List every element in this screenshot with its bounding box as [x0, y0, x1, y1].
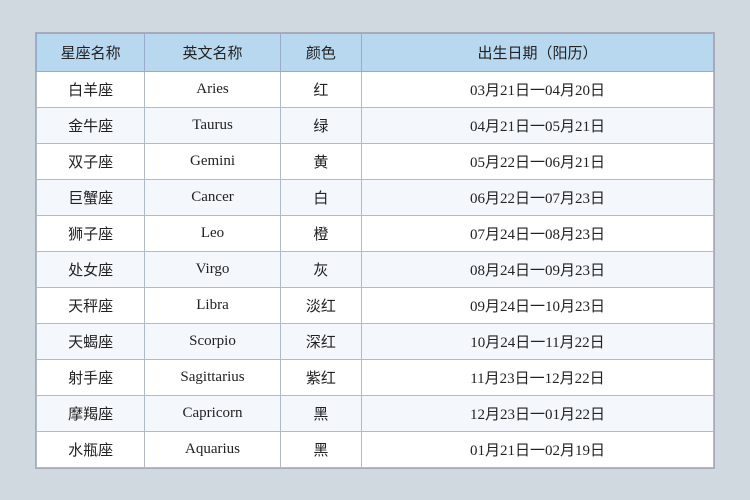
cell-color: 橙	[280, 215, 361, 251]
table-row: 金牛座Taurus绿04月21日一05月21日	[37, 107, 714, 143]
cell-date: 07月24日一08月23日	[361, 215, 713, 251]
cell-color: 黄	[280, 143, 361, 179]
cell-en: Sagittarius	[145, 359, 280, 395]
cell-zh: 巨蟹座	[37, 179, 145, 215]
cell-en: Scorpio	[145, 323, 280, 359]
cell-date: 12月23日一01月22日	[361, 395, 713, 431]
cell-zh: 水瓶座	[37, 431, 145, 467]
cell-date: 10月24日一11月22日	[361, 323, 713, 359]
cell-date: 05月22日一06月21日	[361, 143, 713, 179]
cell-zh: 射手座	[37, 359, 145, 395]
table-row: 天蝎座Scorpio深红10月24日一11月22日	[37, 323, 714, 359]
cell-date: 01月21日一02月19日	[361, 431, 713, 467]
zodiac-table: 星座名称 英文名称 颜色 出生日期（阳历） 白羊座Aries红03月21日一04…	[36, 33, 714, 468]
cell-en: Libra	[145, 287, 280, 323]
header-color: 颜色	[280, 33, 361, 71]
cell-color: 紫红	[280, 359, 361, 395]
cell-zh: 处女座	[37, 251, 145, 287]
cell-date: 08月24日一09月23日	[361, 251, 713, 287]
header-en: 英文名称	[145, 33, 280, 71]
cell-color: 红	[280, 71, 361, 107]
table-row: 狮子座Leo橙07月24日一08月23日	[37, 215, 714, 251]
cell-zh: 白羊座	[37, 71, 145, 107]
header-zh: 星座名称	[37, 33, 145, 71]
table-row: 水瓶座Aquarius黑01月21日一02月19日	[37, 431, 714, 467]
cell-color: 绿	[280, 107, 361, 143]
table-header-row: 星座名称 英文名称 颜色 出生日期（阳历）	[37, 33, 714, 71]
cell-en: Cancer	[145, 179, 280, 215]
cell-date: 03月21日一04月20日	[361, 71, 713, 107]
cell-color: 黑	[280, 431, 361, 467]
cell-date: 06月22日一07月23日	[361, 179, 713, 215]
table-row: 双子座Gemini黄05月22日一06月21日	[37, 143, 714, 179]
cell-color: 深红	[280, 323, 361, 359]
cell-zh: 摩羯座	[37, 395, 145, 431]
cell-zh: 金牛座	[37, 107, 145, 143]
cell-color: 灰	[280, 251, 361, 287]
cell-en: Gemini	[145, 143, 280, 179]
zodiac-table-wrapper: 星座名称 英文名称 颜色 出生日期（阳历） 白羊座Aries红03月21日一04…	[35, 32, 715, 469]
table-row: 处女座Virgo灰08月24日一09月23日	[37, 251, 714, 287]
cell-color: 白	[280, 179, 361, 215]
header-date: 出生日期（阳历）	[361, 33, 713, 71]
cell-zh: 双子座	[37, 143, 145, 179]
table-row: 摩羯座Capricorn黑12月23日一01月22日	[37, 395, 714, 431]
table-row: 射手座Sagittarius紫红11月23日一12月22日	[37, 359, 714, 395]
cell-en: Aries	[145, 71, 280, 107]
cell-en: Leo	[145, 215, 280, 251]
cell-color: 淡红	[280, 287, 361, 323]
table-row: 天秤座Libra淡红09月24日一10月23日	[37, 287, 714, 323]
cell-color: 黑	[280, 395, 361, 431]
table-row: 白羊座Aries红03月21日一04月20日	[37, 71, 714, 107]
cell-en: Aquarius	[145, 431, 280, 467]
cell-zh: 天秤座	[37, 287, 145, 323]
table-row: 巨蟹座Cancer白06月22日一07月23日	[37, 179, 714, 215]
cell-date: 11月23日一12月22日	[361, 359, 713, 395]
cell-zh: 狮子座	[37, 215, 145, 251]
cell-en: Virgo	[145, 251, 280, 287]
cell-zh: 天蝎座	[37, 323, 145, 359]
cell-date: 04月21日一05月21日	[361, 107, 713, 143]
cell-date: 09月24日一10月23日	[361, 287, 713, 323]
cell-en: Capricorn	[145, 395, 280, 431]
cell-en: Taurus	[145, 107, 280, 143]
